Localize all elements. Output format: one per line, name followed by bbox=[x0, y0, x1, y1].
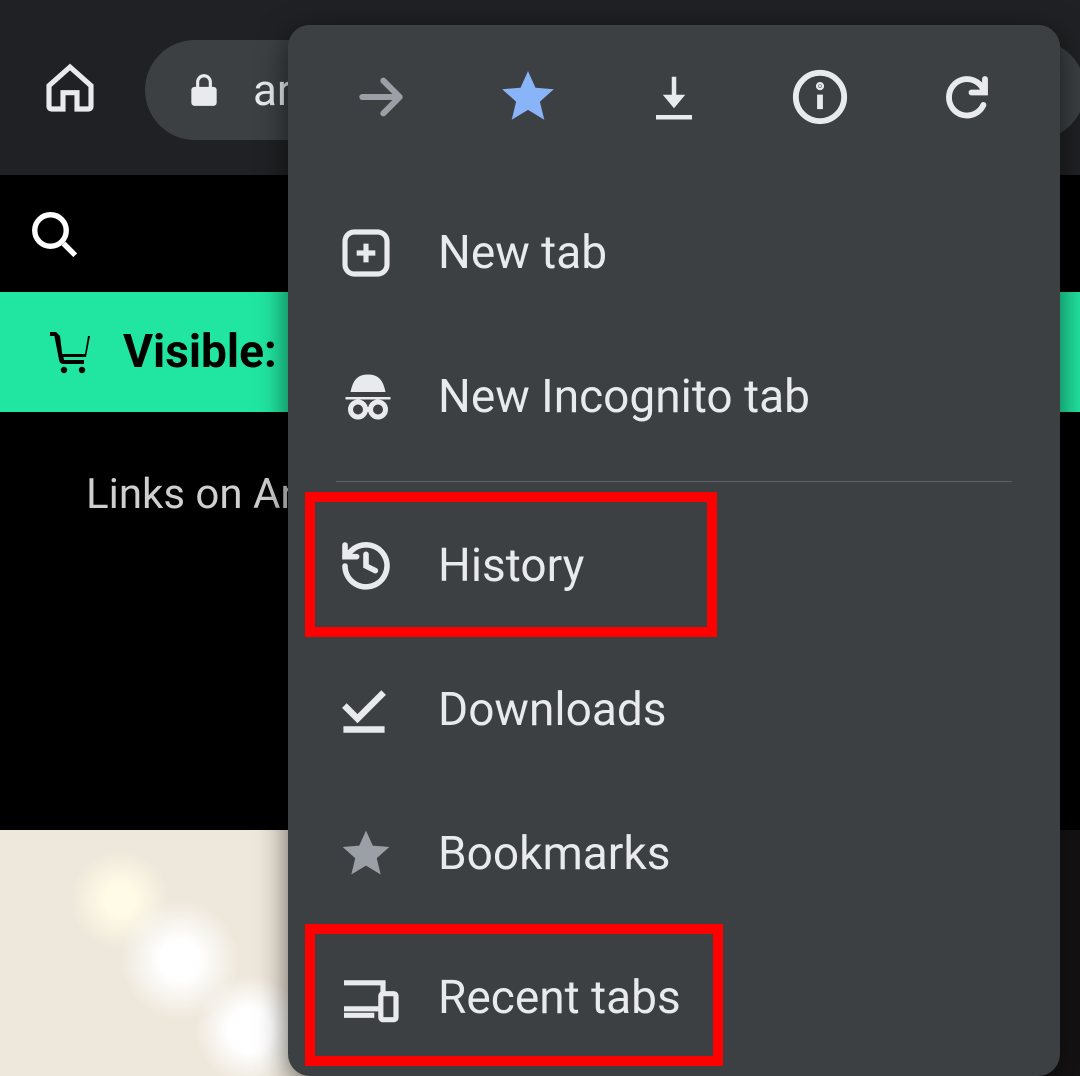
lock-icon bbox=[185, 67, 223, 113]
promo-text-prefix: Visible: bbox=[123, 325, 277, 379]
menu-item-recent-tabs[interactable]: Recent tabs bbox=[288, 926, 1060, 1070]
incognito-icon bbox=[338, 367, 438, 427]
download-button[interactable] bbox=[624, 47, 724, 147]
menu-item-label: History bbox=[438, 539, 584, 593]
menu-item-label: Recent tabs bbox=[438, 971, 681, 1025]
history-icon bbox=[338, 538, 438, 594]
menu-list: New tab New Incognito tab History Downlo… bbox=[288, 169, 1060, 1070]
bookmark-button[interactable] bbox=[478, 47, 578, 147]
menu-item-history[interactable]: History bbox=[288, 494, 1060, 638]
menu-item-new-tab[interactable]: New tab bbox=[288, 181, 1060, 325]
menu-item-downloads[interactable]: Downloads bbox=[288, 638, 1060, 782]
menu-divider bbox=[336, 481, 1012, 482]
menu-item-label: Bookmarks bbox=[438, 827, 670, 881]
menu-item-label: New tab bbox=[438, 226, 607, 280]
cart-icon bbox=[45, 328, 95, 376]
menu-item-new-incognito[interactable]: New Incognito tab bbox=[288, 325, 1060, 469]
refresh-button[interactable] bbox=[917, 47, 1017, 147]
search-icon[interactable] bbox=[28, 208, 82, 262]
download-icon bbox=[647, 70, 701, 124]
page-info-button[interactable] bbox=[770, 47, 870, 147]
downloads-done-icon bbox=[338, 684, 438, 736]
home-button[interactable] bbox=[0, 0, 140, 175]
home-icon bbox=[42, 60, 98, 116]
info-icon bbox=[791, 68, 849, 126]
menu-action-row bbox=[288, 25, 1060, 169]
recent-tabs-icon bbox=[338, 972, 438, 1024]
menu-item-bookmarks[interactable]: Bookmarks bbox=[288, 782, 1060, 926]
url-text: ar bbox=[253, 64, 292, 116]
menu-item-label: Downloads bbox=[438, 683, 667, 737]
refresh-icon bbox=[940, 70, 994, 124]
new-tab-icon bbox=[338, 225, 438, 281]
menu-item-label: New Incognito tab bbox=[438, 370, 810, 424]
star-filled-icon bbox=[497, 66, 559, 128]
forward-button[interactable] bbox=[331, 47, 431, 147]
overflow-menu: New tab New Incognito tab History Downlo… bbox=[288, 25, 1060, 1076]
forward-icon bbox=[353, 69, 409, 125]
star-icon bbox=[338, 826, 438, 882]
